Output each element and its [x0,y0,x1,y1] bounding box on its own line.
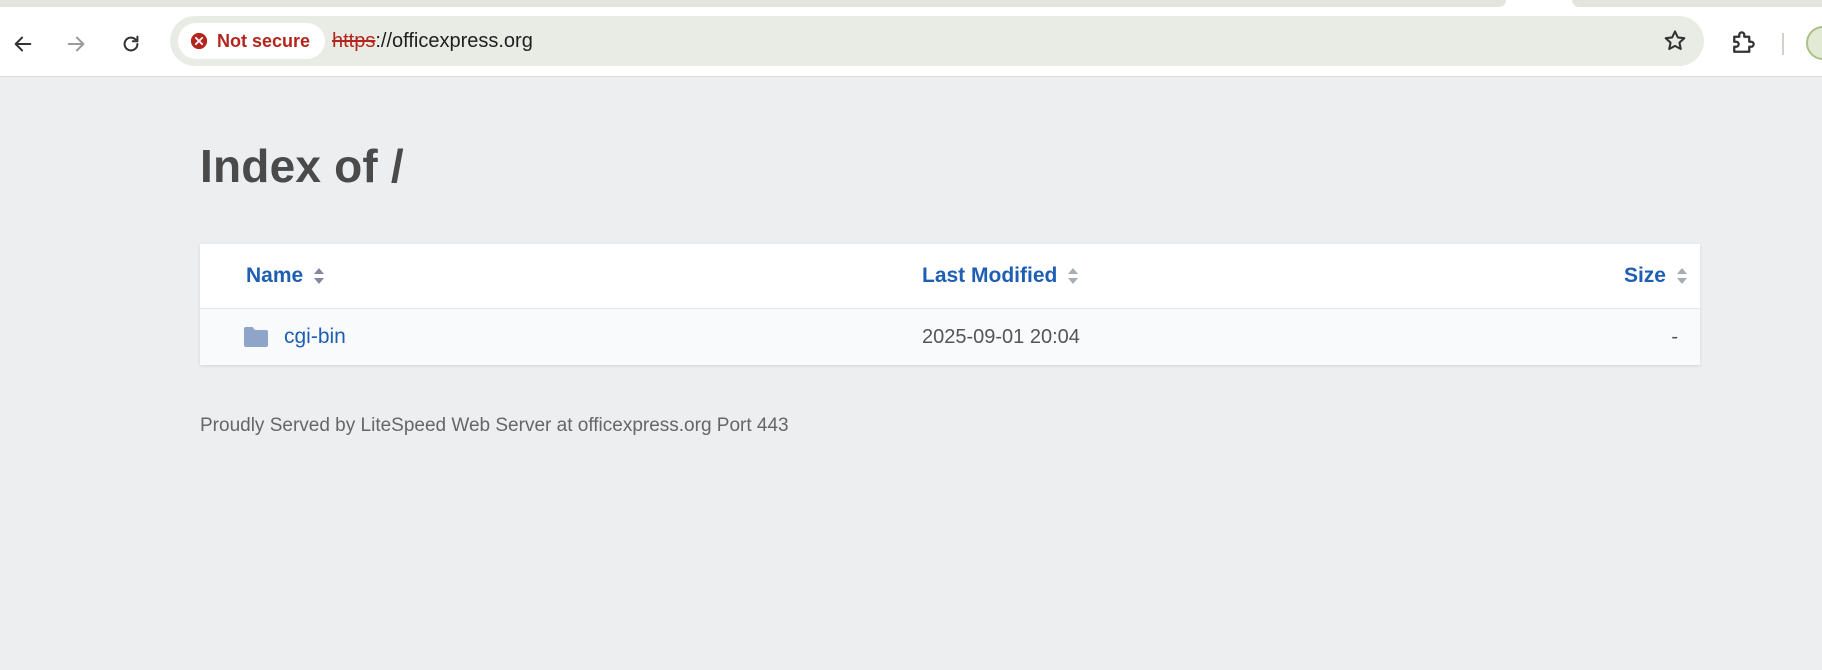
size-cell: - [1671,325,1678,348]
directory-listing: Name Last Modified Size cgi-bin 2025-09-… [200,244,1700,365]
address-bar[interactable]: Not secure https://officexpress.org [170,16,1704,66]
table-row: cgi-bin 2025-09-01 20:04 - [200,309,1700,365]
sort-by-modified-header[interactable]: Last Modified [922,244,1079,308]
forward-button[interactable] [59,27,93,61]
sort-by-name-header[interactable]: Name [246,244,325,308]
tab-other[interactable] [1572,0,1822,7]
modified-column-label: Last Modified [922,264,1058,287]
sort-icon [1677,268,1687,284]
url-scheme: https [332,29,376,52]
url-text[interactable]: https://officexpress.org [332,16,533,66]
reload-icon [123,35,139,52]
tab-strip [0,0,1822,7]
directory-link[interactable]: cgi-bin [284,309,346,365]
forward-arrow-icon [67,36,85,52]
sort-by-size-header[interactable]: Size [1624,244,1688,308]
back-button[interactable] [6,27,40,61]
error-circle-icon [190,32,208,50]
sort-icon [1068,268,1079,284]
security-chip-label: Not secure [217,30,311,51]
security-chip[interactable]: Not secure [178,23,326,59]
reload-button[interactable] [114,27,148,61]
listing-header: Name Last Modified Size [200,244,1700,309]
sort-icon [314,268,325,284]
extensions-puzzle-icon[interactable] [1728,28,1758,58]
server-footer: Proudly Served by LiteSpeed Web Server a… [200,415,789,436]
page-title: Index of / [200,140,404,192]
name-column-label: Name [246,264,304,287]
folder-icon [244,327,268,347]
toolbar-divider [1782,33,1784,55]
back-arrow-icon [14,36,32,52]
url-host: ://officexpress.org [375,29,533,52]
bookmark-star-icon[interactable] [1662,28,1688,54]
tab-active[interactable] [0,0,1506,7]
size-column-label: Size [1623,264,1666,287]
profile-avatar[interactable] [1806,26,1822,60]
browser-toolbar: Not secure https://officexpress.org [0,7,1822,77]
modified-cell: 2025-09-01 20:04 [922,325,1080,348]
